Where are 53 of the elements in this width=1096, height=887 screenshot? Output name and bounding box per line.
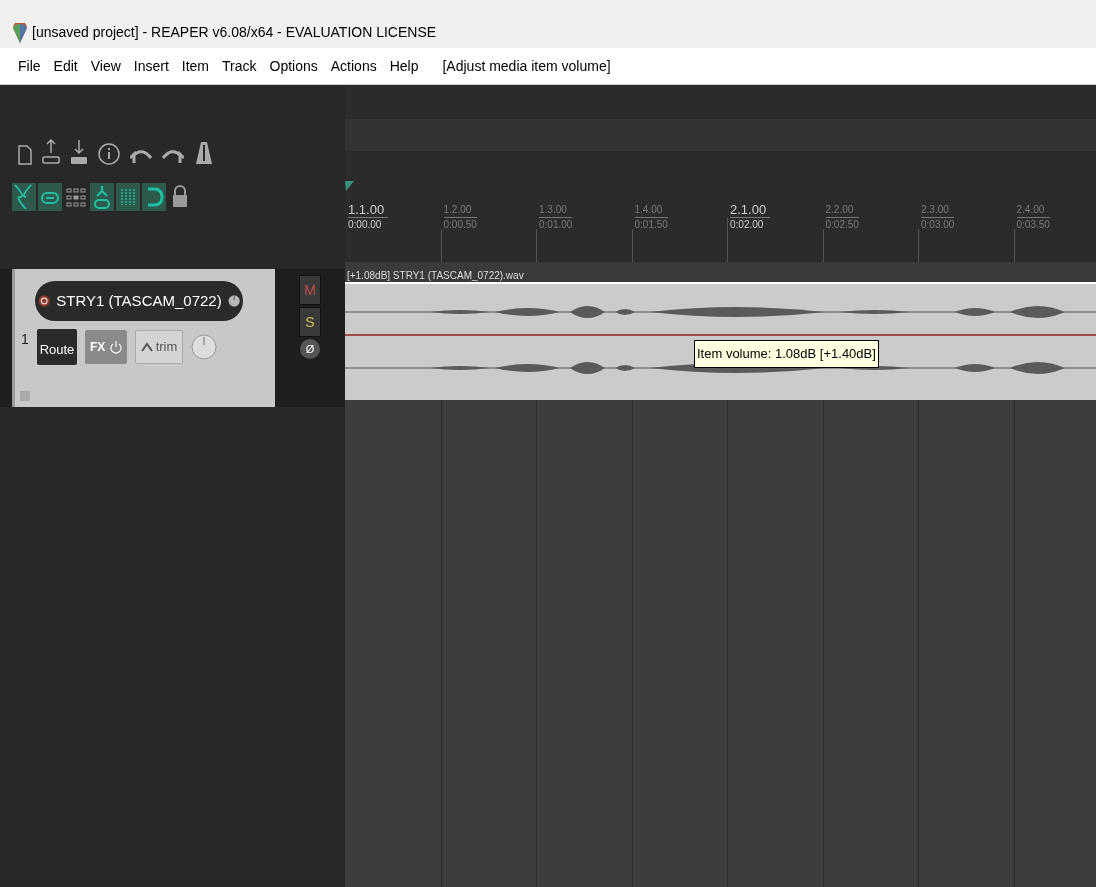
ripple-icon[interactable] — [12, 183, 36, 211]
menu-item[interactable]: Item — [181, 55, 210, 77]
time-label: 0:03.00 — [921, 218, 955, 232]
metronome-icon[interactable] — [194, 139, 214, 165]
time-label: 0:01.00 — [539, 218, 573, 232]
beat-label: 2.3.00 — [921, 203, 955, 218]
time-label: 0:03.50 — [1016, 218, 1050, 232]
menu-item[interactable]: View — [90, 55, 121, 77]
track-name[interactable]: STRY1 (TASCAM_0722) — [56, 289, 222, 313]
time-label: 0:01.50 — [634, 218, 668, 232]
time-label: 0:02.00 — [730, 218, 765, 232]
upload-icon[interactable] — [42, 139, 60, 165]
time-label: 0:00.50 — [443, 218, 477, 232]
track-header[interactable]: 1 STRY1 (TASCAM_0722) Route FX trim — [12, 269, 275, 407]
download-icon[interactable] — [70, 139, 88, 165]
time-label: 0:00.00 — [348, 218, 383, 232]
time-label: 0:02.50 — [825, 218, 859, 232]
beat-label: 1.2.00 — [443, 203, 477, 218]
grid-lines-icon[interactable] — [116, 183, 140, 211]
beat-label: 1.3.00 — [539, 203, 573, 218]
beat-label: 1.4.00 — [634, 203, 668, 218]
app-logo-icon — [12, 23, 28, 43]
magnet-icon[interactable] — [142, 183, 166, 211]
link-icon[interactable] — [38, 183, 62, 211]
menu-item[interactable]: Options — [269, 55, 318, 77]
new-file-icon[interactable] — [18, 145, 32, 165]
menu-item[interactable]: Edit — [53, 55, 78, 77]
beat-label: 2.2.00 — [825, 203, 859, 218]
item-label: [+1.08dB] STRY1 (TASCAM_0722).wav — [346, 270, 524, 281]
window-title: [unsaved project] - REAPER v6.08/x64 - EVALUATION LICENSE — [32, 23, 437, 42]
grouping-icon[interactable] — [90, 183, 114, 211]
menu-item[interactable]: Insert — [133, 55, 169, 77]
beat-label: 2.1.00 — [730, 203, 771, 218]
redo-icon[interactable] — [162, 149, 184, 165]
track-number: 1 — [21, 330, 29, 349]
route-button[interactable]: Route — [37, 329, 77, 365]
solo-button[interactable]: S — [299, 307, 321, 337]
trim-button[interactable]: trim — [135, 330, 183, 364]
action-status-text: [Adjust media item volume] — [442, 56, 611, 76]
timeline-ruler[interactable]: 1.1.00 0:00.00 1.2.00 0:00.50 1.3.00 0:01.00 1.4.00 0:01.50 2.1.00 0:02.00 2.2.00 0:02.50 2.3.00 0:03.00 2.4.00 0:03.50 — [345, 151, 1096, 262]
beat-label: 1.1.00 — [348, 203, 389, 218]
beat-label: 2.4.00 — [1016, 203, 1050, 218]
menu-item[interactable]: File — [18, 55, 41, 77]
tooltip: Item volume: 1.08dB [+1.40dB] — [694, 340, 879, 368]
power-icon[interactable] — [110, 340, 123, 354]
info-icon[interactable] — [98, 143, 120, 165]
envelope-icon — [140, 342, 153, 352]
phase-button[interactable]: Ø — [300, 339, 320, 359]
undo-icon[interactable] — [130, 149, 152, 165]
trim-label[interactable]: trim — [155, 337, 178, 357]
menu-item[interactable]: Actions — [330, 55, 377, 77]
menu-item[interactable]: Help — [389, 55, 419, 77]
menu-item[interactable]: Track — [222, 55, 257, 77]
